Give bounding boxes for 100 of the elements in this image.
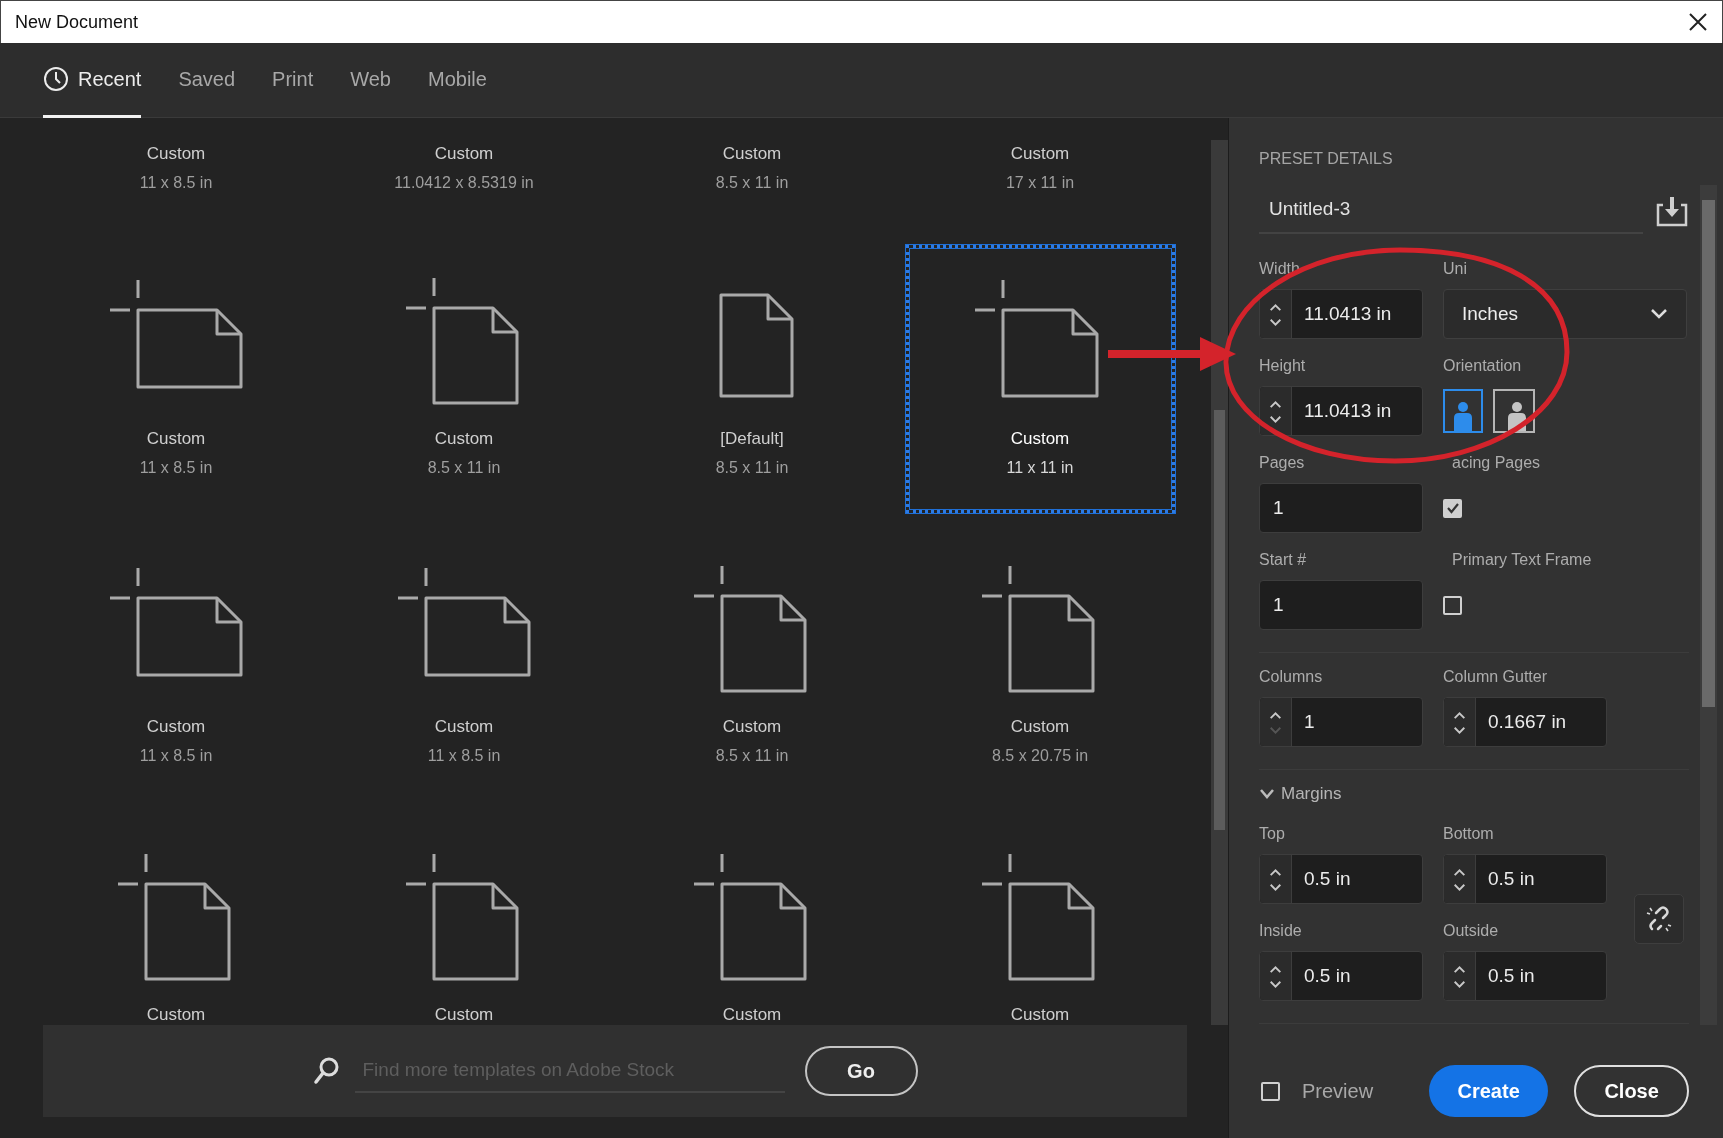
landscape-button[interactable] xyxy=(1493,389,1535,433)
preset-size: 8.5 x 11 in xyxy=(715,173,789,193)
stepper-icon[interactable] xyxy=(1260,855,1292,903)
preset-tile[interactable]: [Default] 8.5 x 11 in xyxy=(617,245,887,513)
preset-tile[interactable]: Custom 11 x 8.5 in xyxy=(41,533,311,801)
window-title: New Document xyxy=(15,11,139,33)
preset-name: Custom xyxy=(146,716,206,738)
page-icon xyxy=(979,852,1096,982)
tab[interactable]: Web xyxy=(350,43,391,118)
go-button[interactable]: Go xyxy=(804,1046,918,1096)
section-heading: PRESET DETAILS xyxy=(1259,149,1394,169)
preset-size: 8.5 x 20.75 in xyxy=(991,746,1089,766)
page-icon xyxy=(691,564,808,694)
preset-name: Custom xyxy=(722,1004,782,1025)
stepper-icon[interactable] xyxy=(1444,855,1476,903)
number-field[interactable]: 0.1667 in xyxy=(1443,697,1607,747)
preset-tile[interactable]: Custom xyxy=(41,821,311,1025)
preset-tile[interactable]: Custom 11 x 8.5 in xyxy=(41,138,311,225)
number-field[interactable]: 1 xyxy=(1259,697,1423,747)
broken-link-icon xyxy=(1644,903,1674,934)
number-field[interactable]: 1 xyxy=(1259,483,1423,533)
preset-tile[interactable]: Custom 11 x 11 in xyxy=(905,245,1175,513)
preset-tile[interactable]: Custom 8.5 x 11 in xyxy=(617,533,887,801)
preset-name: Custom xyxy=(146,428,206,450)
stepper-icon[interactable] xyxy=(1260,290,1292,338)
chevron-icon xyxy=(1259,788,1275,800)
preset-tile[interactable]: Custom xyxy=(617,821,887,1025)
preset-tile[interactable]: Custom 8.5 x 11 in xyxy=(617,138,887,225)
name-field[interactable]: Untitled-3 xyxy=(1259,188,1643,234)
person-icon xyxy=(1506,401,1528,431)
stepper-icon[interactable] xyxy=(1260,387,1292,435)
number-field[interactable]: 0.5 in xyxy=(1259,951,1423,1001)
checkbox-label: Preview xyxy=(1302,1079,1374,1103)
preset-tile[interactable]: Custom 11 x 8.5 in xyxy=(41,245,311,513)
preset-name: Custom xyxy=(146,1004,206,1025)
number-field[interactable]: 0.5 in xyxy=(1443,854,1607,904)
preset-size: 11 x 8.5 in xyxy=(139,458,213,478)
number-field[interactable]: 11.0413 in xyxy=(1259,289,1423,339)
preset-tile[interactable]: Custom 8.5 x 20.75 in xyxy=(905,533,1175,801)
create-button[interactable]: Create xyxy=(1429,1065,1549,1117)
field-label: Height xyxy=(1259,356,1306,376)
field-label: Outside xyxy=(1443,921,1499,941)
preset-name: [Default] xyxy=(720,428,784,450)
preset-name: Custom xyxy=(1010,428,1070,450)
field-label: Columns xyxy=(1259,667,1323,687)
preset-tile[interactable]: Custom xyxy=(329,821,599,1025)
link-margins-button[interactable] xyxy=(1634,893,1684,944)
preset-tile[interactable]: Custom 17 x 11 in xyxy=(905,138,1175,225)
scrollbar[interactable] xyxy=(1700,185,1717,1025)
preset-size: 11 x 11 in xyxy=(1006,458,1074,478)
preset-name: Custom xyxy=(434,1004,494,1025)
tab[interactable]: Print xyxy=(272,43,314,118)
number-field[interactable]: 0.5 in xyxy=(1443,951,1607,1001)
page-icon xyxy=(691,852,808,982)
field-label: Bottom xyxy=(1443,824,1494,844)
preset-size: 11 x 8.5 in xyxy=(139,173,213,193)
field-label: Column Gutter xyxy=(1443,667,1548,687)
preset-tile[interactable]: Custom xyxy=(905,821,1175,1025)
preset-name: Custom xyxy=(722,143,782,165)
page-icon xyxy=(403,276,520,406)
units-dropdown[interactable]: Inches xyxy=(1443,289,1687,339)
checkbox[interactable] xyxy=(1443,595,1462,615)
close-button[interactable]: Close xyxy=(1574,1065,1690,1117)
page-icon xyxy=(972,278,1100,399)
preset-name: Custom xyxy=(1010,143,1070,165)
preset-tile[interactable]: Custom 11 x 8.5 in xyxy=(329,533,599,801)
stepper-icon[interactable] xyxy=(1260,952,1292,1000)
scrollbar[interactable] xyxy=(1211,140,1228,1025)
field-label: Top xyxy=(1259,824,1285,844)
checkbox[interactable] xyxy=(1261,1081,1280,1101)
number-field[interactable]: 1 xyxy=(1259,580,1423,630)
page-icon xyxy=(403,852,520,982)
preset-tile[interactable]: Custom 11.0412 x 8.5319 in xyxy=(329,138,599,225)
preset-name: Custom xyxy=(1010,716,1070,738)
tab[interactable]: Mobile xyxy=(428,43,487,118)
preset-tile[interactable]: Custom 8.5 x 11 in xyxy=(329,245,599,513)
stepper-icon[interactable] xyxy=(1444,698,1476,746)
preset-name: Custom xyxy=(722,716,782,738)
preset-size: 8.5 x 11 in xyxy=(715,458,789,478)
preset-size: 8.5 x 11 in xyxy=(427,458,501,478)
page-icon xyxy=(718,293,794,398)
close-icon xyxy=(1688,12,1708,32)
preset-size: 8.5 x 11 in xyxy=(715,746,789,766)
preset-name: Custom xyxy=(1010,1004,1070,1025)
checkbox[interactable] xyxy=(1443,498,1462,518)
preset-name: Custom xyxy=(434,428,494,450)
page-icon xyxy=(979,564,1096,694)
margins-toggle[interactable]: Margins xyxy=(1259,784,1342,804)
stepper-icon[interactable] xyxy=(1444,952,1476,1000)
tab[interactable]: Saved xyxy=(178,43,236,118)
preset-size: 11 x 8.5 in xyxy=(427,746,501,766)
number-field[interactable]: 11.0413 in xyxy=(1259,386,1423,436)
number-field[interactable]: 0.5 in xyxy=(1259,854,1423,904)
preset-name: Custom xyxy=(434,143,494,165)
portrait-button[interactable] xyxy=(1443,389,1483,433)
preset-size: 17 x 11 in xyxy=(1005,173,1075,193)
download-icon xyxy=(1655,195,1689,227)
save-preset-button[interactable] xyxy=(1655,195,1689,227)
page-icon xyxy=(109,566,245,678)
field-label: Start # xyxy=(1259,550,1307,570)
